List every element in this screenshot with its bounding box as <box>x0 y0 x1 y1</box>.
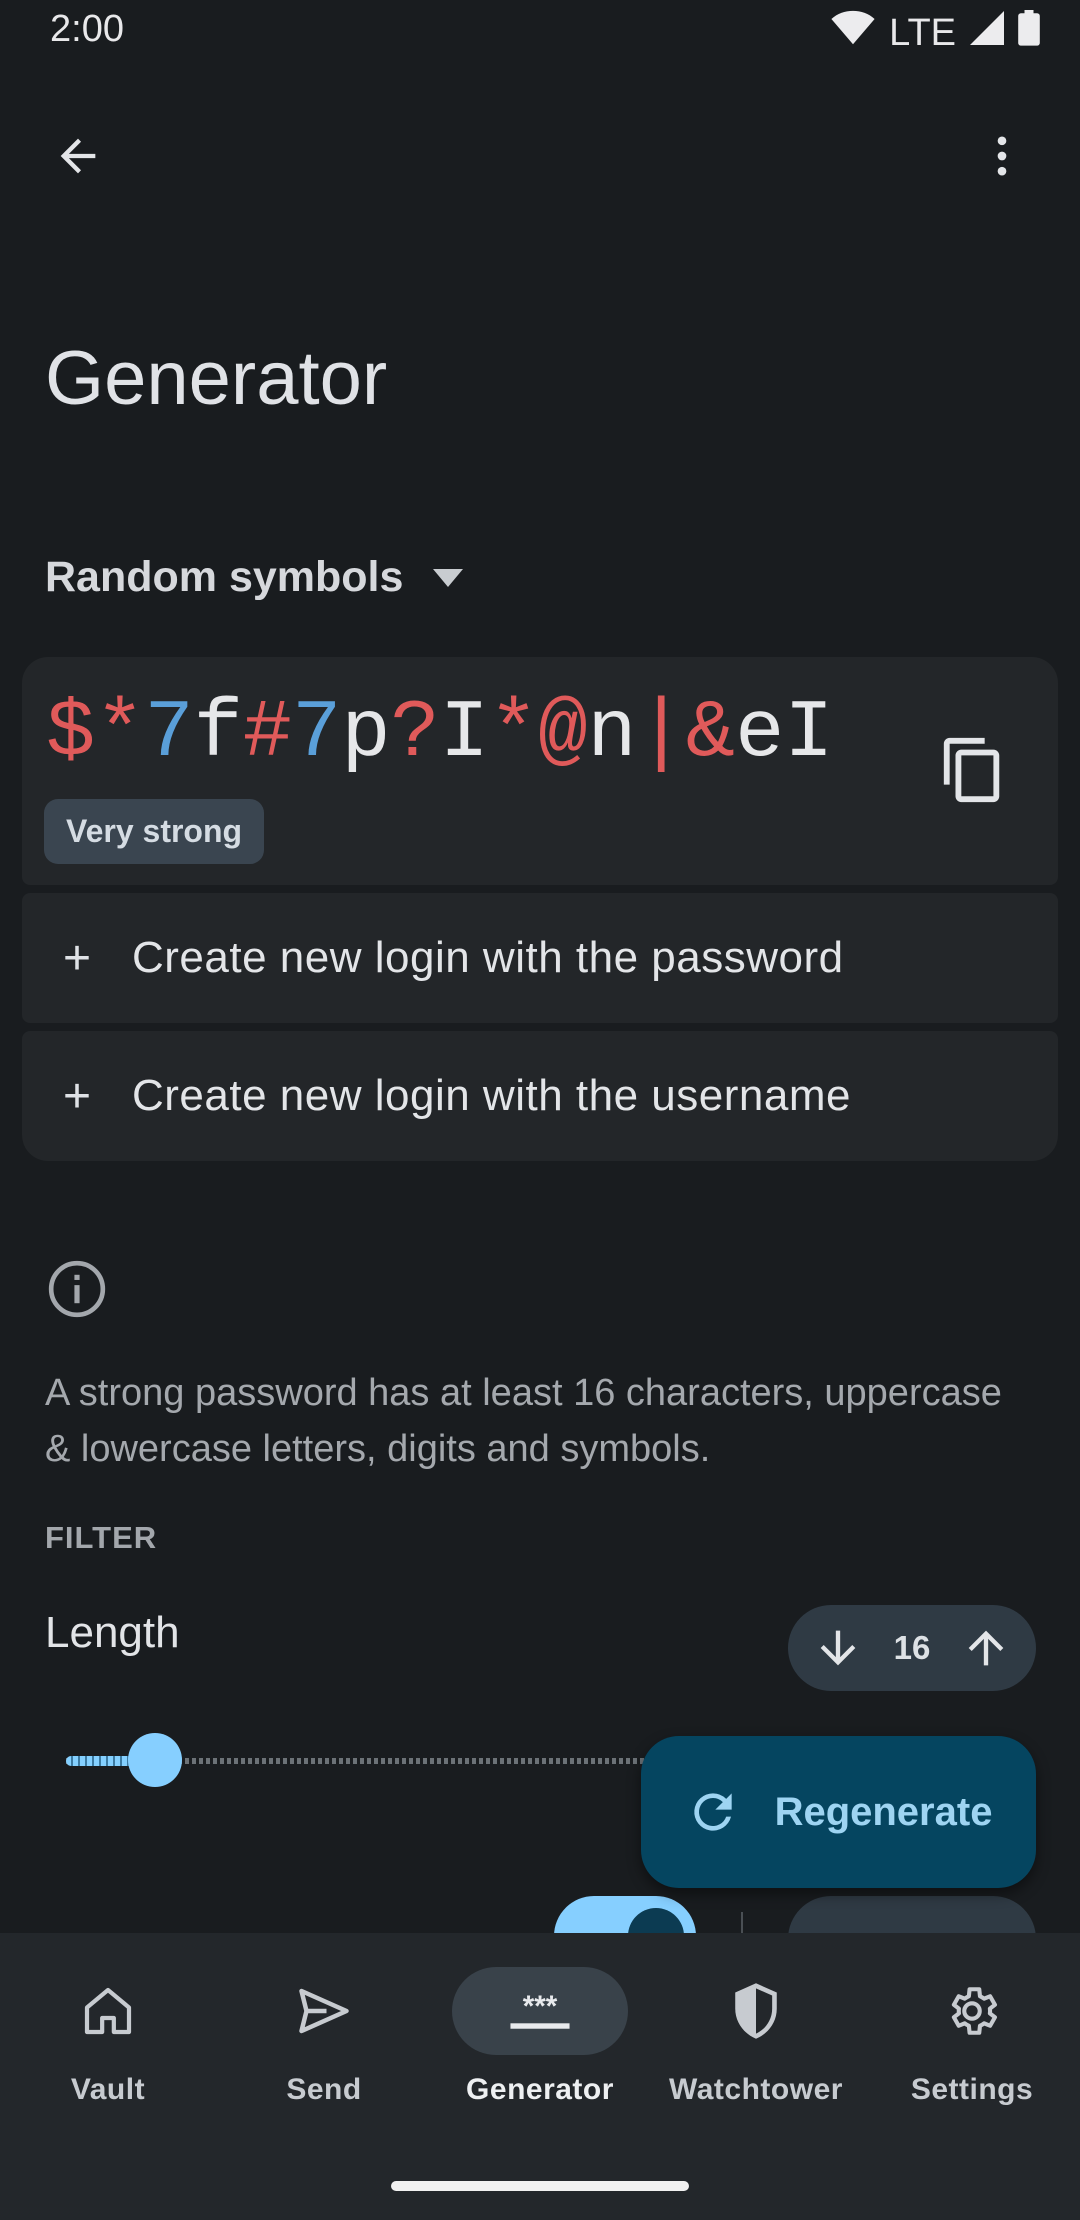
create-login-username-button[interactable]: + Create new login with the username <box>22 1031 1058 1161</box>
status-icons: LTE <box>831 10 1040 56</box>
password-hint: A strong password has at least 16 charac… <box>45 1372 1002 1470</box>
increase-length-button[interactable] <box>960 1622 1012 1674</box>
more-options-button[interactable] <box>972 126 1032 186</box>
nav-item-vault[interactable]: Vault <box>0 1933 216 2153</box>
strength-badge: Very strong <box>44 799 265 864</box>
password-char-digit: 7 <box>144 687 194 780</box>
nav-item-generator[interactable]: *** Generator <box>432 1933 648 2153</box>
nav-item-watchtower[interactable]: Watchtower <box>648 1933 864 2153</box>
nav-pill-active: *** <box>452 1967 628 2055</box>
gear-icon <box>951 1987 998 2035</box>
svg-text:***: *** <box>523 1990 558 2023</box>
password-char-letter: I <box>439 687 489 780</box>
plus-icon: + <box>62 1069 92 1123</box>
nav-label: Settings <box>910 2073 1034 2106</box>
arrow-up-icon <box>968 1630 1004 1666</box>
arrow-down-icon <box>820 1630 856 1666</box>
send-icon <box>299 1988 349 2034</box>
page-title: Generator <box>45 336 388 421</box>
password-card: $*7f#7p?I*@n|&eI Very strong <box>22 657 1058 885</box>
network-type: LTE <box>889 11 956 54</box>
nav-label: Watchtower <box>669 2073 843 2106</box>
nav-label: Generator <box>466 2073 614 2106</box>
length-slider-thumb[interactable] <box>128 1733 182 1787</box>
length-value: 16 <box>893 1629 931 1666</box>
copy-button[interactable] <box>938 735 1008 805</box>
home-icon <box>84 1987 132 2035</box>
nav-pill <box>20 1967 196 2055</box>
password-char-symbol: & <box>685 687 736 780</box>
dropdown-arrow-icon <box>433 568 464 587</box>
password-char-symbol: # <box>242 687 293 780</box>
more-vert-icon <box>997 136 1007 176</box>
password-char-letter: I <box>784 687 834 780</box>
password-char-letter: p <box>341 687 391 780</box>
password-char-digit: 7 <box>292 687 342 780</box>
shield-icon <box>735 1983 777 2039</box>
password-char-letter: f <box>193 687 243 780</box>
password-char-letter: n <box>587 687 637 780</box>
status-time: 2:00 <box>50 8 124 50</box>
nav-label: Send <box>286 2073 362 2106</box>
password-char-symbol: $ <box>46 687 96 780</box>
battery-icon <box>1018 10 1040 56</box>
create-login-password-label: Create new login with the password <box>132 933 844 982</box>
password-icon: *** <box>510 1990 570 2029</box>
password-char-symbol: ? <box>390 687 440 780</box>
create-login-username-label: Create new login with the username <box>132 1071 851 1120</box>
decrease-length-button[interactable] <box>812 1622 864 1674</box>
back-button[interactable] <box>48 126 108 186</box>
create-login-password-button[interactable]: + Create new login with the password <box>22 893 1058 1023</box>
length-stepper: 16 <box>788 1605 1036 1691</box>
regenerate-button[interactable]: Regenerate <box>641 1736 1036 1888</box>
nav-label: Vault <box>70 2073 146 2106</box>
arrow-back-icon <box>60 138 96 174</box>
filter-section-label: FILTER <box>45 1520 158 1555</box>
home-indicator <box>391 2181 689 2191</box>
password-char-symbol: | <box>636 687 686 780</box>
nav-pill <box>668 1967 844 2055</box>
nav-item-settings[interactable]: Settings <box>864 1933 1080 2153</box>
password-char-letter: e <box>735 687 785 780</box>
nav-pill <box>884 1967 1060 2055</box>
wifi-icon <box>831 10 875 56</box>
generated-password[interactable]: $*7f#7p?I*@n|&eI <box>46 687 834 780</box>
regenerate-label: Regenerate <box>774 1789 993 1834</box>
nav-pill <box>236 1967 412 2055</box>
password-char-symbol: @ <box>538 687 588 780</box>
refresh-icon <box>693 1793 732 1831</box>
generator-type-dropdown[interactable]: Random symbols <box>45 553 464 602</box>
copy-icon <box>943 737 1000 803</box>
signal-icon <box>970 11 1004 55</box>
nav-item-send[interactable]: Send <box>216 1933 432 2153</box>
bottom-navigation: Vault Send *** Generator Watchtower Sett… <box>0 1933 1080 2220</box>
generator-type-value: Random symbols <box>45 553 404 601</box>
plus-icon: + <box>62 931 92 985</box>
password-char-symbol: * <box>95 687 145 780</box>
length-label: Length <box>45 1608 180 1657</box>
info-icon <box>46 1258 108 1325</box>
password-char-symbol: * <box>488 687 539 780</box>
